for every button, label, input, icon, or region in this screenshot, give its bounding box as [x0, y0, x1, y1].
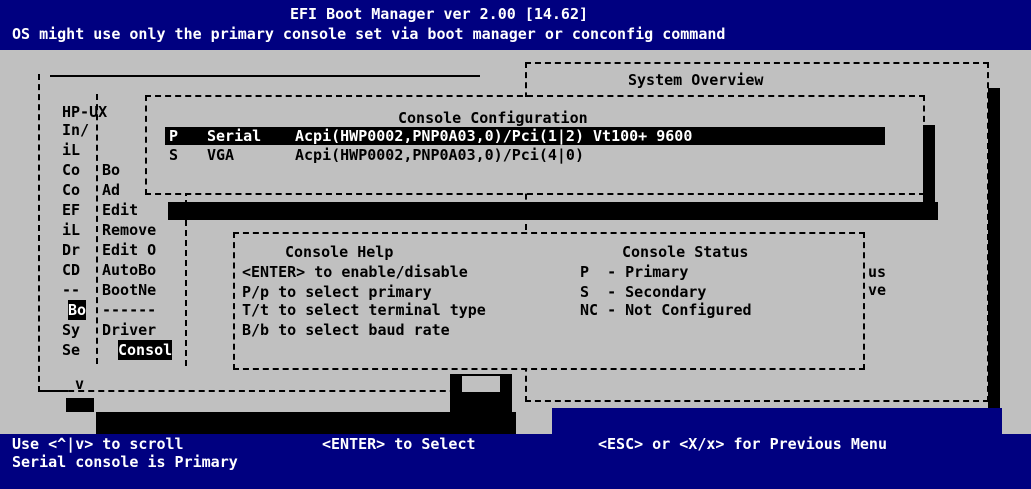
- main-menu-item[interactable]: Co: [62, 180, 80, 200]
- footer-scroll-hint: Use <^|v> to scroll: [12, 435, 184, 453]
- menu-shadow: [66, 398, 94, 412]
- main-menu-item[interactable]: Sy: [62, 320, 80, 340]
- system-overview-fragment: ve: [868, 281, 887, 299]
- main-menu-item-hpux[interactable]: HP-UX: [62, 102, 107, 122]
- config-shadow-right: [923, 125, 935, 203]
- boot-menu-item[interactable]: Ad: [102, 180, 120, 200]
- console-entry-type: VGA: [207, 146, 235, 164]
- status-message: Serial console is Primary: [12, 453, 238, 471]
- console-entry-flag: P: [169, 127, 179, 145]
- boot-menu-item-console-selected[interactable]: Consol: [118, 340, 173, 360]
- main-menu-bottom-border: [38, 390, 68, 392]
- boot-menu-separator: ------: [102, 301, 157, 319]
- console-help-title: Console Help: [285, 243, 394, 261]
- help-line: <ENTER> to enable/disable: [242, 263, 468, 281]
- header-title: EFI Boot Manager ver 2.00 [14.62]: [290, 5, 589, 23]
- main-menu-item[interactable]: In/: [62, 120, 89, 140]
- main-menu-item[interactable]: Se: [62, 340, 80, 360]
- help-line: P/p to select primary: [242, 283, 432, 301]
- console-entry-serial[interactable]: P Serial Acpi(HWP0002,PNP0A03,0)/Pci(1|2…: [165, 127, 885, 145]
- footer-back-hint: <ESC> or <X/x> for Previous Menu: [598, 435, 887, 453]
- boot-menu-item-edit[interactable]: Edit: [102, 200, 138, 220]
- console-entry-type: Serial: [207, 127, 262, 145]
- footer-select-hint: <ENTER> to Select: [322, 435, 476, 453]
- main-menu-divider: [96, 94, 98, 364]
- boot-menu-item-remove[interactable]: Remove: [102, 220, 156, 240]
- boot-menu-item-edit-os[interactable]: Edit O: [102, 240, 156, 260]
- system-overview-title: System Overview: [628, 71, 764, 89]
- status-line-secondary: S - Secondary: [580, 283, 707, 301]
- scroll-down-indicator: v: [75, 375, 85, 393]
- main-menu-item[interactable]: iL: [62, 220, 80, 240]
- console-entry-path: Acpi(HWP0002,PNP0A03,0)/Pci(4|0): [295, 146, 584, 164]
- console-entry-path: Acpi(HWP0002,PNP0A03,0)/Pci(1|2) Vt100+ …: [295, 127, 693, 145]
- header-subtitle: OS might use only the primary console se…: [12, 25, 726, 43]
- help-line: B/b to select baud rate: [242, 321, 450, 339]
- status-line-not-configured: NC - Not Configured: [580, 301, 752, 319]
- help-line: T/t to select terminal type: [242, 301, 486, 319]
- console-entry-flag: S: [169, 146, 179, 164]
- main-menu-item[interactable]: EF: [62, 200, 80, 220]
- main-menu-item-selected[interactable]: Bo: [68, 300, 87, 320]
- main-menu-top-border: [50, 75, 480, 77]
- boot-menu-item-driver[interactable]: Driver: [102, 320, 156, 340]
- main-menu-item[interactable]: --: [62, 280, 80, 300]
- boot-menu-item-bootnext[interactable]: BootNe: [102, 280, 156, 300]
- main-menu-item[interactable]: Dr: [62, 240, 80, 260]
- overview-shadow-right: [988, 88, 1000, 413]
- console-status-title: Console Status: [622, 243, 749, 261]
- main-menu-item[interactable]: Co: [62, 160, 80, 180]
- console-config-title: Console Configuration: [398, 109, 588, 127]
- system-overview-fragment: us: [868, 263, 887, 281]
- boot-menu-item-autoboot[interactable]: AutoBo: [102, 260, 156, 280]
- overview-shadow-bottom: [552, 408, 1002, 434]
- main-menu-item[interactable]: CD: [62, 260, 80, 280]
- status-line-primary: P - Primary: [580, 263, 689, 281]
- main-menu-item[interactable]: iL: [62, 140, 80, 160]
- boot-menu-item[interactable]: Bo: [102, 160, 120, 180]
- console-entry-vga[interactable]: S VGA Acpi(HWP0002,PNP0A03,0)/Pci(4|0): [165, 146, 885, 164]
